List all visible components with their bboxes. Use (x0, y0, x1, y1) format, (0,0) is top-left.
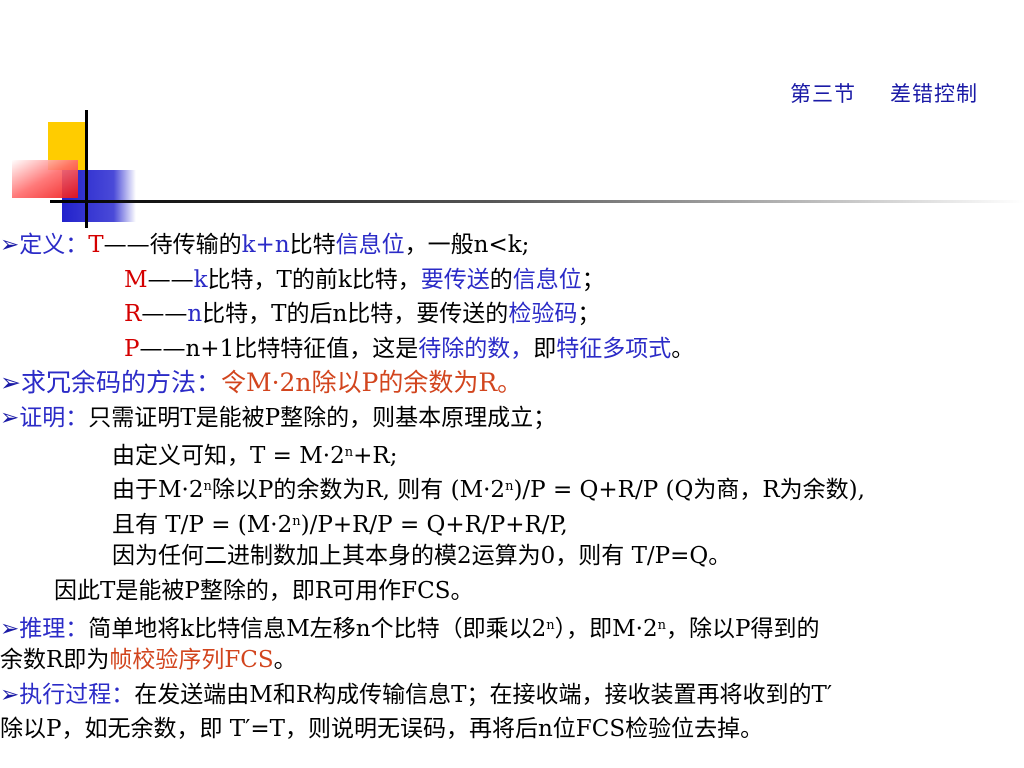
def-r-line: R——n比特，T的后n比特，要传送的检验码； (124, 301, 601, 328)
def-m-line: M——k比特，T的前k比特，要传送的信息位； (124, 266, 605, 293)
proof-line-4: 且有 T/P = (M·2n)/P+R/P = Q+R/P+R/P, (112, 511, 568, 538)
bullet-icon: ➢ (0, 368, 21, 398)
def-p-line: P——n+1比特特征值，这是待除的数，即特征多项式。 (124, 335, 695, 362)
method-line: ➢求冗余码的方法：令M·2n除以P的余数为R。 (0, 368, 523, 398)
proof-line-5: 因为任何二进制数加上其本身的模2运算为0，则有 T/P=Q。 (112, 543, 732, 570)
bullet-icon: ➢ (0, 404, 20, 431)
infer-line-1: ➢推理：简单地将k比特信息M左移n个比特（即乘以2n），即M·2n，除以P得到的 (0, 615, 820, 642)
proof-line-2: 由定义可知，T = M·2n+R; (112, 442, 398, 469)
proof-line-1: ➢证明：只需证明T是能被P整除的，则基本原理成立； (0, 404, 557, 431)
corner-decoration (12, 110, 1024, 228)
def-t-line: ➢定义：T——待传输的k+n比特信息位，一般n<k; (0, 232, 530, 258)
proof-line-6: 因此T是能被P整除的，即R可用作FCS。 (54, 577, 474, 604)
exec-line-2: 除以P，如无余数，即 T′=T，则说明无误码，再将后n位FCS检验位去掉。 (0, 716, 764, 743)
horizontal-rule (50, 200, 1024, 203)
bullet-icon: ➢ (0, 681, 20, 708)
bullet-icon: ➢ (0, 232, 20, 258)
slide-body: ➢定义：T——待传输的k+n比特信息位，一般n<k; M——k比特，T的前k比特… (0, 228, 1024, 747)
red-square (12, 160, 78, 198)
vertical-bar (85, 110, 88, 228)
exec-line-1: ➢执行过程：在发送端由M和R构成传输信息T；在接收端，接收装置再将收到的T′ (0, 681, 833, 708)
infer-line-2: 余数R即为帧校验序列FCS。 (0, 647, 297, 674)
bullet-icon: ➢ (0, 615, 20, 642)
proof-line-3: 由于M·2n除以P的余数为R, 则有 (M·2n)/P = Q+R/P (Q为商… (112, 477, 865, 504)
